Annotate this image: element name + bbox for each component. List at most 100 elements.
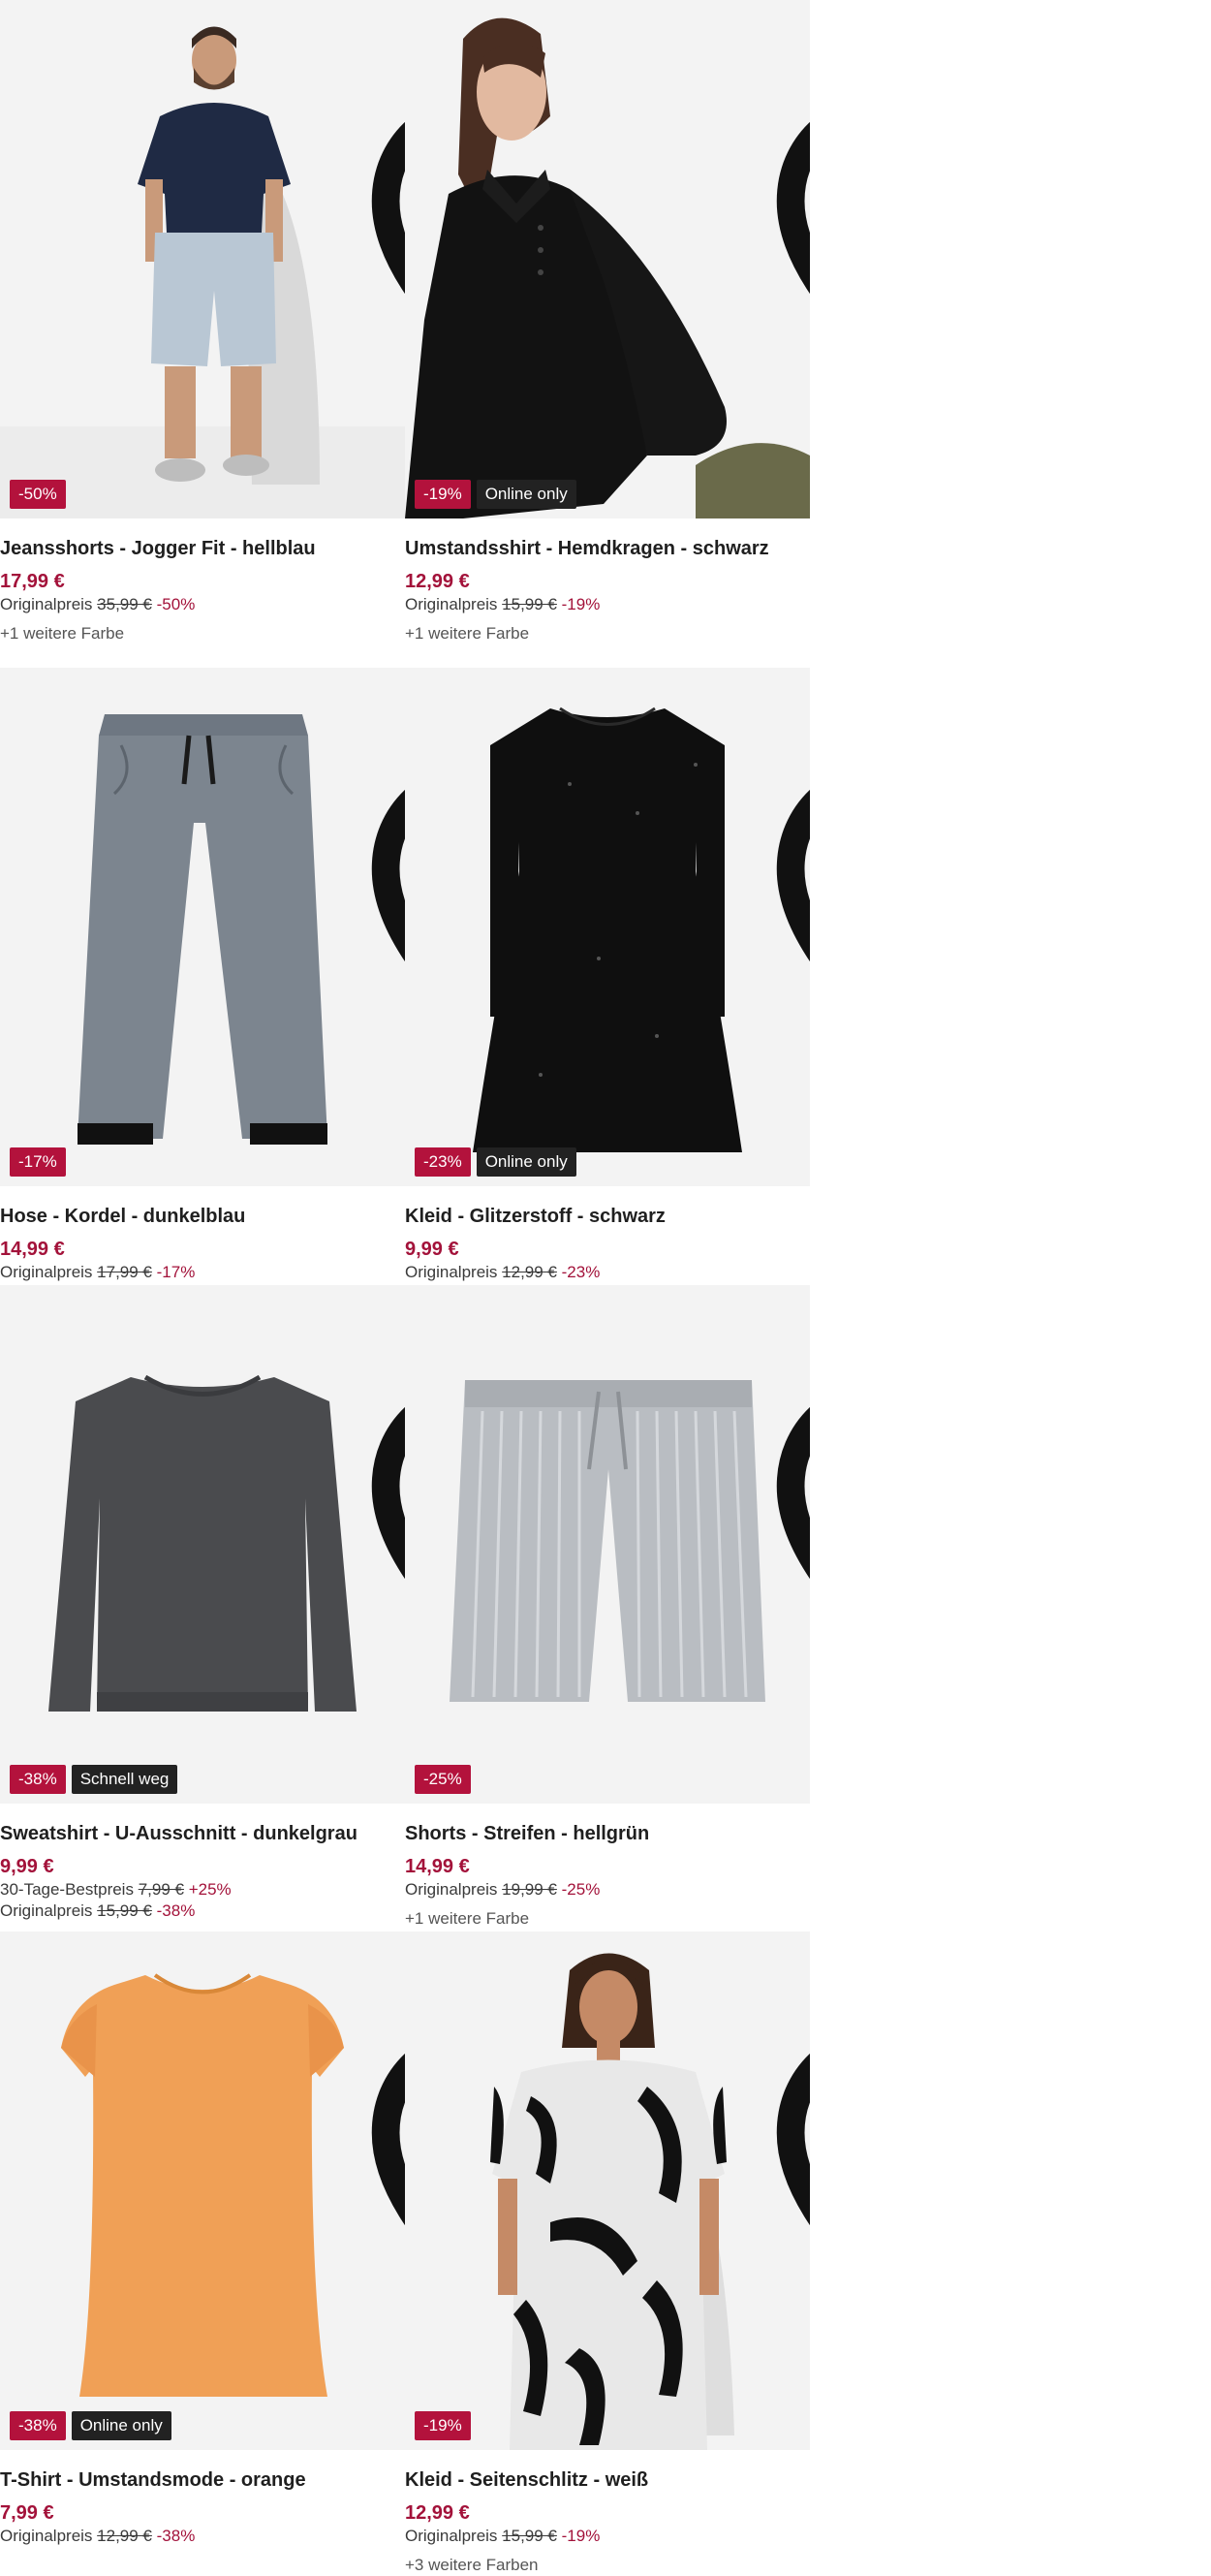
product-title[interactable]: T-Shirt - Umstandsmode - orange	[0, 2467, 397, 2493]
old-price: 17,99 €	[97, 1263, 152, 1281]
product-image[interactable]: -50%	[0, 0, 405, 518]
price-percent: -38%	[156, 2527, 196, 2545]
original-price-line: Originalpreis 35,99 € -50%	[0, 594, 397, 615]
product-photo	[405, 668, 810, 1186]
heart-outline-icon	[776, 1407, 810, 1580]
favorite-button[interactable]	[360, 1297, 405, 1580]
old-price: 15,99 €	[97, 1901, 152, 1920]
badge-row: -19% Online only	[415, 480, 576, 509]
product-price: 12,99 €	[405, 2502, 470, 2524]
label-badge: Online only	[476, 1147, 576, 1177]
badge-row: -23% Online only	[415, 1147, 576, 1177]
product-title[interactable]: Hose - Kordel - dunkelblau	[0, 1204, 397, 1229]
product-title[interactable]: Shorts - Streifen - hellgrün	[405, 1821, 802, 1846]
favorite-button[interactable]	[360, 679, 405, 962]
product-title[interactable]: Kleid - Glitzerstoff - schwarz	[405, 1204, 802, 1229]
discount-badge: -50%	[10, 480, 66, 509]
heart-outline-icon	[776, 122, 810, 295]
price-percent: -19%	[561, 2527, 601, 2545]
product-image[interactable]: -25%	[405, 1285, 810, 1804]
badge-row: -17%	[10, 1147, 66, 1177]
label-badge: Online only	[71, 2411, 171, 2440]
badge-row: -38% Online only	[10, 2411, 171, 2440]
product-info: Kleid - Glitzerstoff - schwarz 9,99 € Or…	[405, 1204, 802, 1283]
price-label: Originalpreis	[0, 1263, 93, 1281]
product-image[interactable]: -38% Schnell weg	[0, 1285, 405, 1804]
product-image[interactable]: -19%	[405, 1932, 810, 2450]
favorite-button[interactable]	[360, 12, 405, 295]
product-title[interactable]: Kleid - Seitenschlitz - weiß	[405, 2467, 802, 2493]
more-colors[interactable]: +1 weitere Farbe	[0, 623, 397, 644]
product-photo	[405, 1285, 810, 1804]
badge-row: -38% Schnell weg	[10, 1765, 178, 1794]
product-price: 9,99 €	[405, 1239, 459, 1260]
price-percent: -25%	[561, 1880, 601, 1899]
price-label: Originalpreis	[0, 595, 93, 613]
discount-badge: -23%	[415, 1147, 471, 1177]
favorite-button[interactable]	[765, 1297, 810, 1580]
price-percent: -38%	[156, 1901, 196, 1920]
favorite-button[interactable]	[765, 12, 810, 295]
old-price: 35,99 €	[97, 595, 152, 613]
discount-badge: -38%	[10, 1765, 66, 1794]
price-percent: -50%	[156, 595, 196, 613]
product-info: Umstandsshirt - Hemdkragen - schwarz 12,…	[405, 536, 802, 644]
favorite-button[interactable]	[360, 1943, 405, 2226]
original-price-line: Originalpreis 12,99 € -38%	[0, 2526, 397, 2547]
product-info: Jeansshorts - Jogger Fit - hellblau 17,9…	[0, 536, 397, 644]
price-percent: -23%	[561, 1263, 601, 1281]
badge-row: -25%	[415, 1765, 471, 1794]
product-info: Kleid - Seitenschlitz - weiß 12,99 € Ori…	[405, 2467, 802, 2576]
product-photo	[405, 0, 810, 518]
product-info: Shorts - Streifen - hellgrün 14,99 € Ori…	[405, 1821, 802, 1930]
product-title[interactable]: Umstandsshirt - Hemdkragen - schwarz	[405, 536, 802, 561]
heart-outline-icon	[776, 790, 810, 962]
price-label: 30-Tage-Bestpreis	[0, 1880, 134, 1899]
badge-row: -19%	[415, 2411, 471, 2440]
product-image[interactable]: -23% Online only	[405, 668, 810, 1186]
discount-badge: -25%	[415, 1765, 471, 1794]
old-price: 19,99 €	[502, 1880, 557, 1899]
price-label: Originalpreis	[405, 2527, 498, 2545]
favorite-button[interactable]	[765, 1943, 810, 2226]
product-image[interactable]: -38% Online only	[0, 1932, 405, 2450]
discount-badge: -38%	[10, 2411, 66, 2440]
more-colors[interactable]: +1 weitere Farbe	[405, 1908, 802, 1930]
product-info: Hose - Kordel - dunkelblau 14,99 € Origi…	[0, 1204, 397, 1283]
original-price-line: Originalpreis 15,99 € -19%	[405, 2526, 802, 2547]
heart-outline-icon	[371, 1407, 405, 1580]
product-price: 14,99 €	[405, 1856, 470, 1877]
price-percent: -17%	[156, 1263, 196, 1281]
heart-outline-icon	[371, 122, 405, 295]
product-price: 7,99 €	[0, 2502, 54, 2524]
product-photo	[0, 1285, 405, 1804]
product-photo	[405, 1932, 810, 2450]
old-price: 12,99 €	[97, 2527, 152, 2545]
favorite-button[interactable]	[765, 679, 810, 962]
discount-badge: -19%	[415, 2411, 471, 2440]
product-price: 17,99 €	[0, 571, 65, 592]
badge-row: -50%	[10, 480, 66, 509]
product-image[interactable]: -19% Online only	[405, 0, 810, 518]
heart-outline-icon	[371, 790, 405, 962]
heart-outline-icon	[776, 2054, 810, 2226]
heart-outline-icon	[371, 2054, 405, 2226]
discount-badge: -17%	[10, 1147, 66, 1177]
more-colors[interactable]: +3 weitere Farben	[405, 2555, 802, 2576]
product-price: 9,99 €	[0, 1856, 54, 1877]
original-price-line: Originalpreis 15,99 € -19%	[405, 594, 802, 615]
product-title[interactable]: Jeansshorts - Jogger Fit - hellblau	[0, 536, 397, 561]
more-colors[interactable]: +1 weitere Farbe	[405, 623, 802, 644]
price-label: Originalpreis	[0, 2527, 93, 2545]
product-photo	[0, 668, 405, 1186]
product-info: Sweatshirt - U-Ausschnitt - dunkelgrau 9…	[0, 1821, 397, 1922]
product-title[interactable]: Sweatshirt - U-Ausschnitt - dunkelgrau	[0, 1821, 397, 1846]
old-price: 15,99 €	[502, 2527, 557, 2545]
discount-badge: -19%	[415, 480, 471, 509]
product-image[interactable]: -17%	[0, 668, 405, 1186]
price-label: Originalpreis	[405, 595, 498, 613]
price-label: Originalpreis	[405, 1263, 498, 1281]
product-info: T-Shirt - Umstandsmode - orange 7,99 € O…	[0, 2467, 397, 2547]
price-label: Originalpreis	[0, 1901, 93, 1920]
label-badge: Schnell weg	[71, 1765, 178, 1794]
